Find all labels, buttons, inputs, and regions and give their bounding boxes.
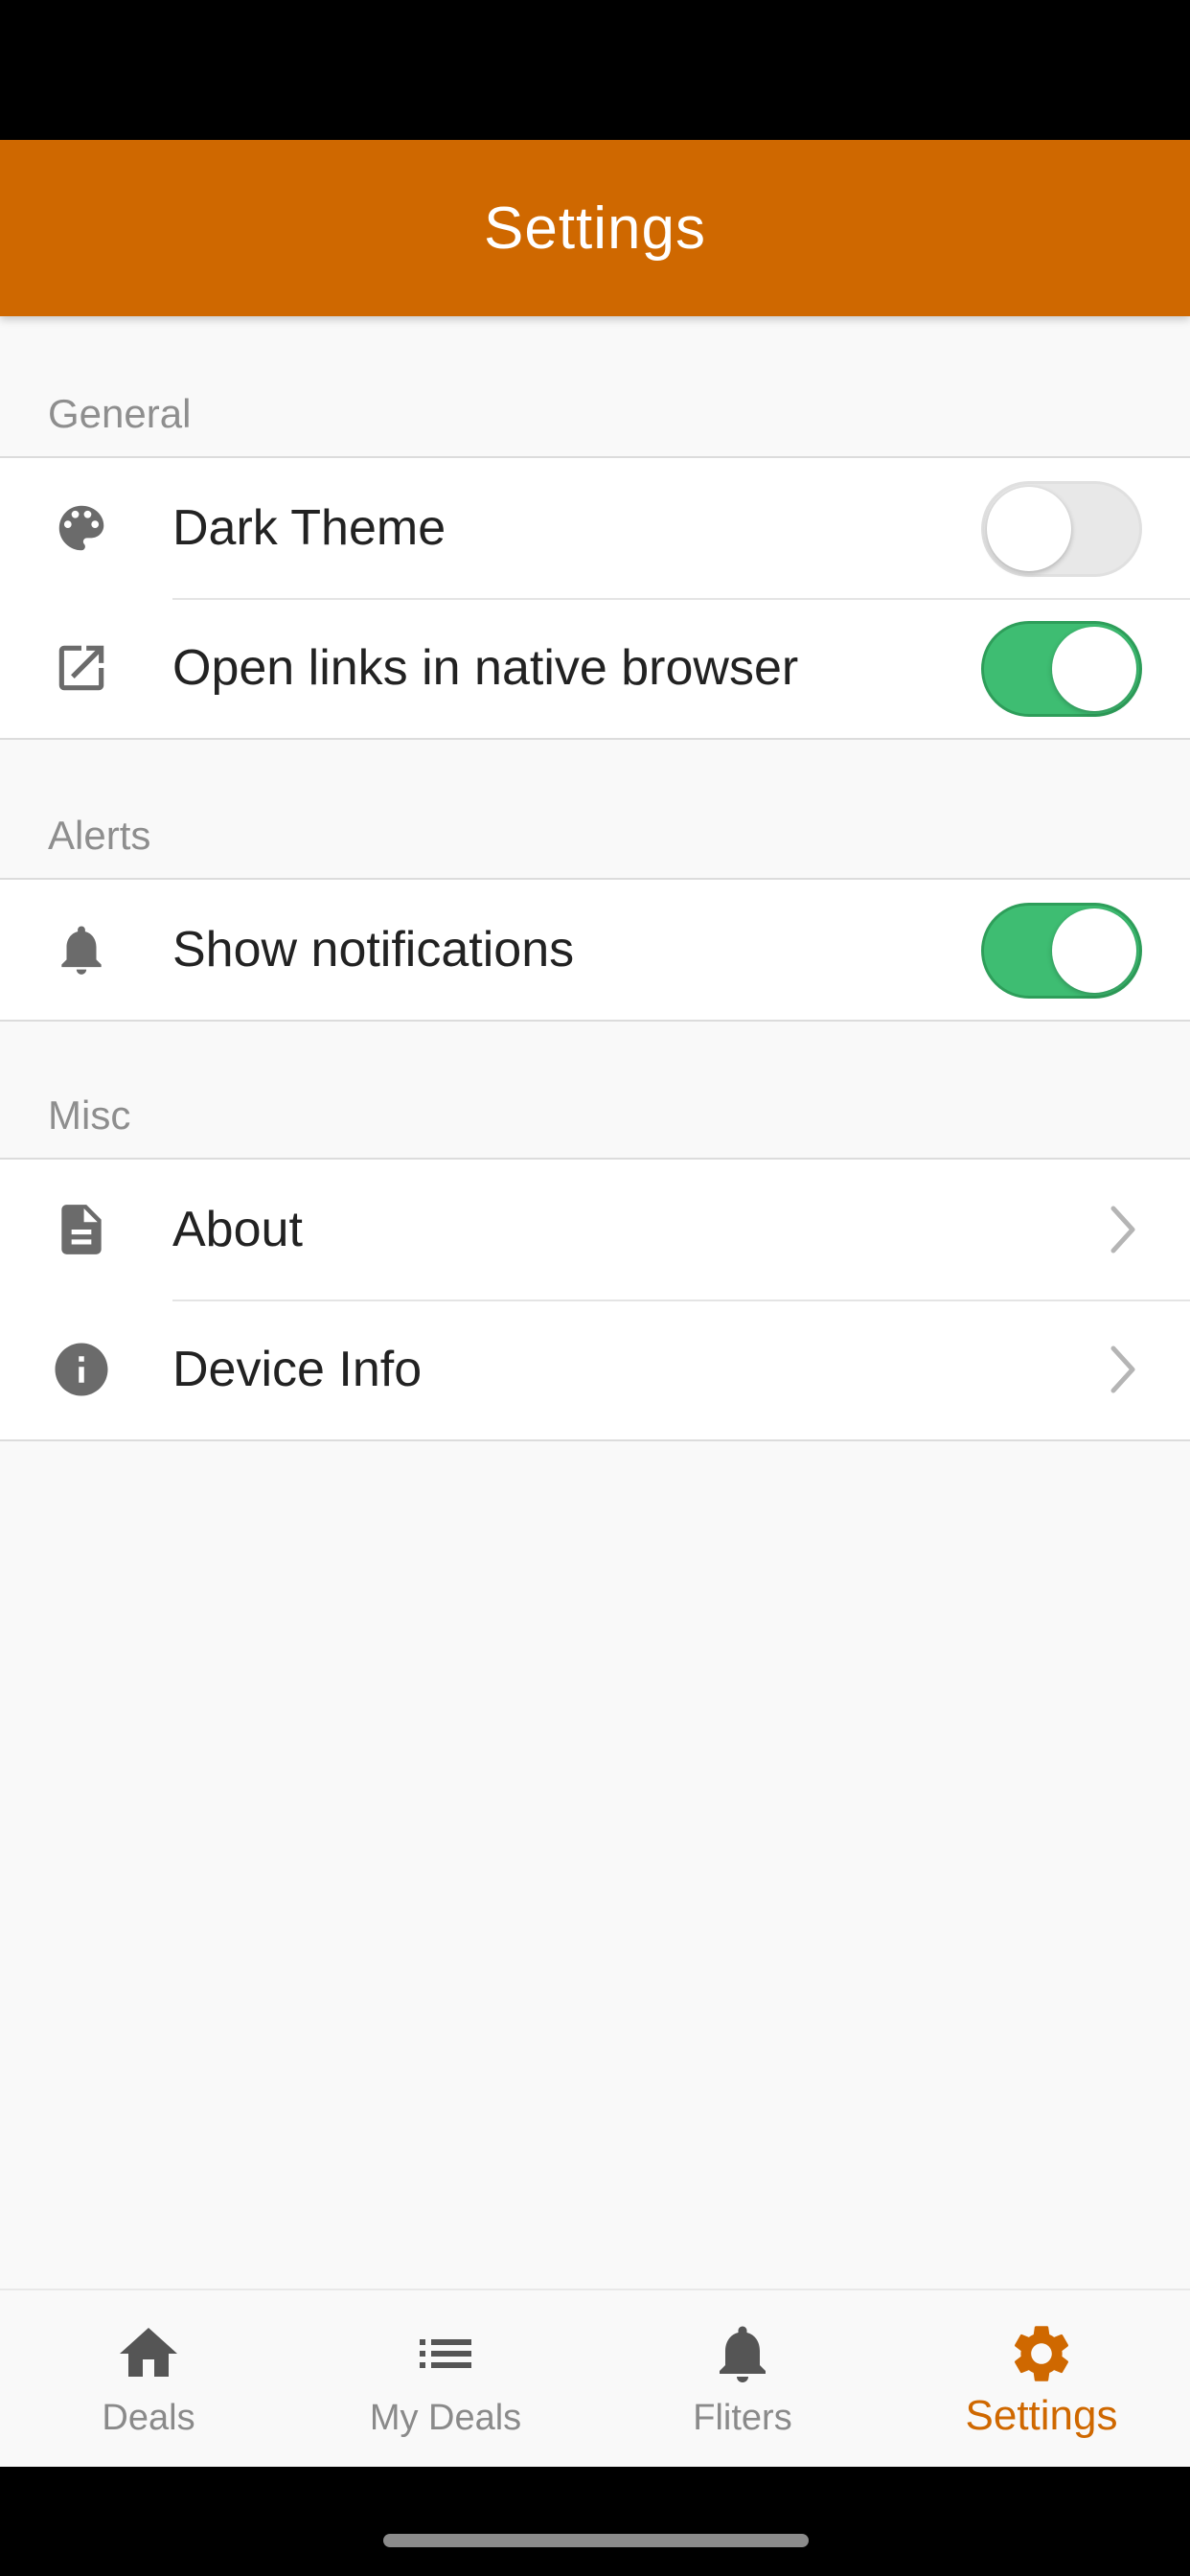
status-bar: [0, 0, 1190, 140]
tab-label: Fliters: [693, 2398, 792, 2438]
toggle-knob: [1052, 908, 1136, 993]
palette-icon: [50, 496, 113, 560]
gear-icon: [1007, 2319, 1076, 2388]
row-label: About: [172, 1202, 303, 1257]
row-device-info[interactable]: Device Info: [0, 1300, 1190, 1439]
tab-filters[interactable]: Fliters: [594, 2290, 891, 2469]
settings-content: General Dark Theme Open links in native …: [0, 316, 1190, 2288]
tab-label: Deals: [102, 2398, 195, 2438]
row-label: Open links in native browser: [172, 640, 799, 696]
page-title: Settings: [483, 195, 707, 262]
tab-label: My Deals: [369, 2398, 522, 2438]
bottom-tab-bar: Deals My Deals Fliters Settings: [0, 2288, 1190, 2469]
toggle-knob: [987, 487, 1071, 571]
home-icon: [114, 2319, 183, 2388]
section-title-general: General: [48, 391, 192, 436]
group-misc: About Device Info: [0, 1158, 1190, 1441]
system-bottom-bar: [0, 2467, 1190, 2576]
dark-theme-toggle[interactable]: [981, 481, 1142, 577]
group-alerts: Show notifications: [0, 878, 1190, 1022]
open-links-toggle[interactable]: [981, 621, 1142, 717]
row-label: Show notifications: [172, 922, 575, 978]
tab-label: Settings: [965, 2392, 1118, 2439]
chevron-right-icon: [1110, 1206, 1135, 1254]
tab-my-deals[interactable]: My Deals: [297, 2290, 594, 2469]
list-icon: [411, 2319, 480, 2388]
tab-deals[interactable]: Deals: [0, 2290, 297, 2469]
bell-icon: [708, 2319, 777, 2388]
bell-icon: [50, 918, 113, 981]
tab-settings[interactable]: Settings: [893, 2290, 1190, 2469]
row-show-notifications[interactable]: Show notifications: [0, 880, 1190, 1020]
notifications-toggle[interactable]: [981, 903, 1142, 999]
chevron-right-icon: [1110, 1346, 1135, 1393]
row-about[interactable]: About: [0, 1160, 1190, 1300]
home-indicator[interactable]: [383, 2534, 809, 2547]
group-general: Dark Theme Open links in native browser: [0, 456, 1190, 740]
row-open-links-native[interactable]: Open links in native browser: [0, 598, 1190, 738]
row-label: Device Info: [172, 1342, 423, 1397]
row-dark-theme[interactable]: Dark Theme: [0, 458, 1190, 598]
open-external-icon: [50, 636, 113, 700]
app-header: Settings: [0, 140, 1190, 316]
toggle-knob: [1052, 627, 1136, 711]
document-icon: [50, 1198, 113, 1261]
row-label: Dark Theme: [172, 500, 446, 556]
info-icon: [50, 1338, 113, 1401]
section-title-alerts: Alerts: [48, 813, 151, 858]
section-title-misc: Misc: [48, 1092, 131, 1138]
